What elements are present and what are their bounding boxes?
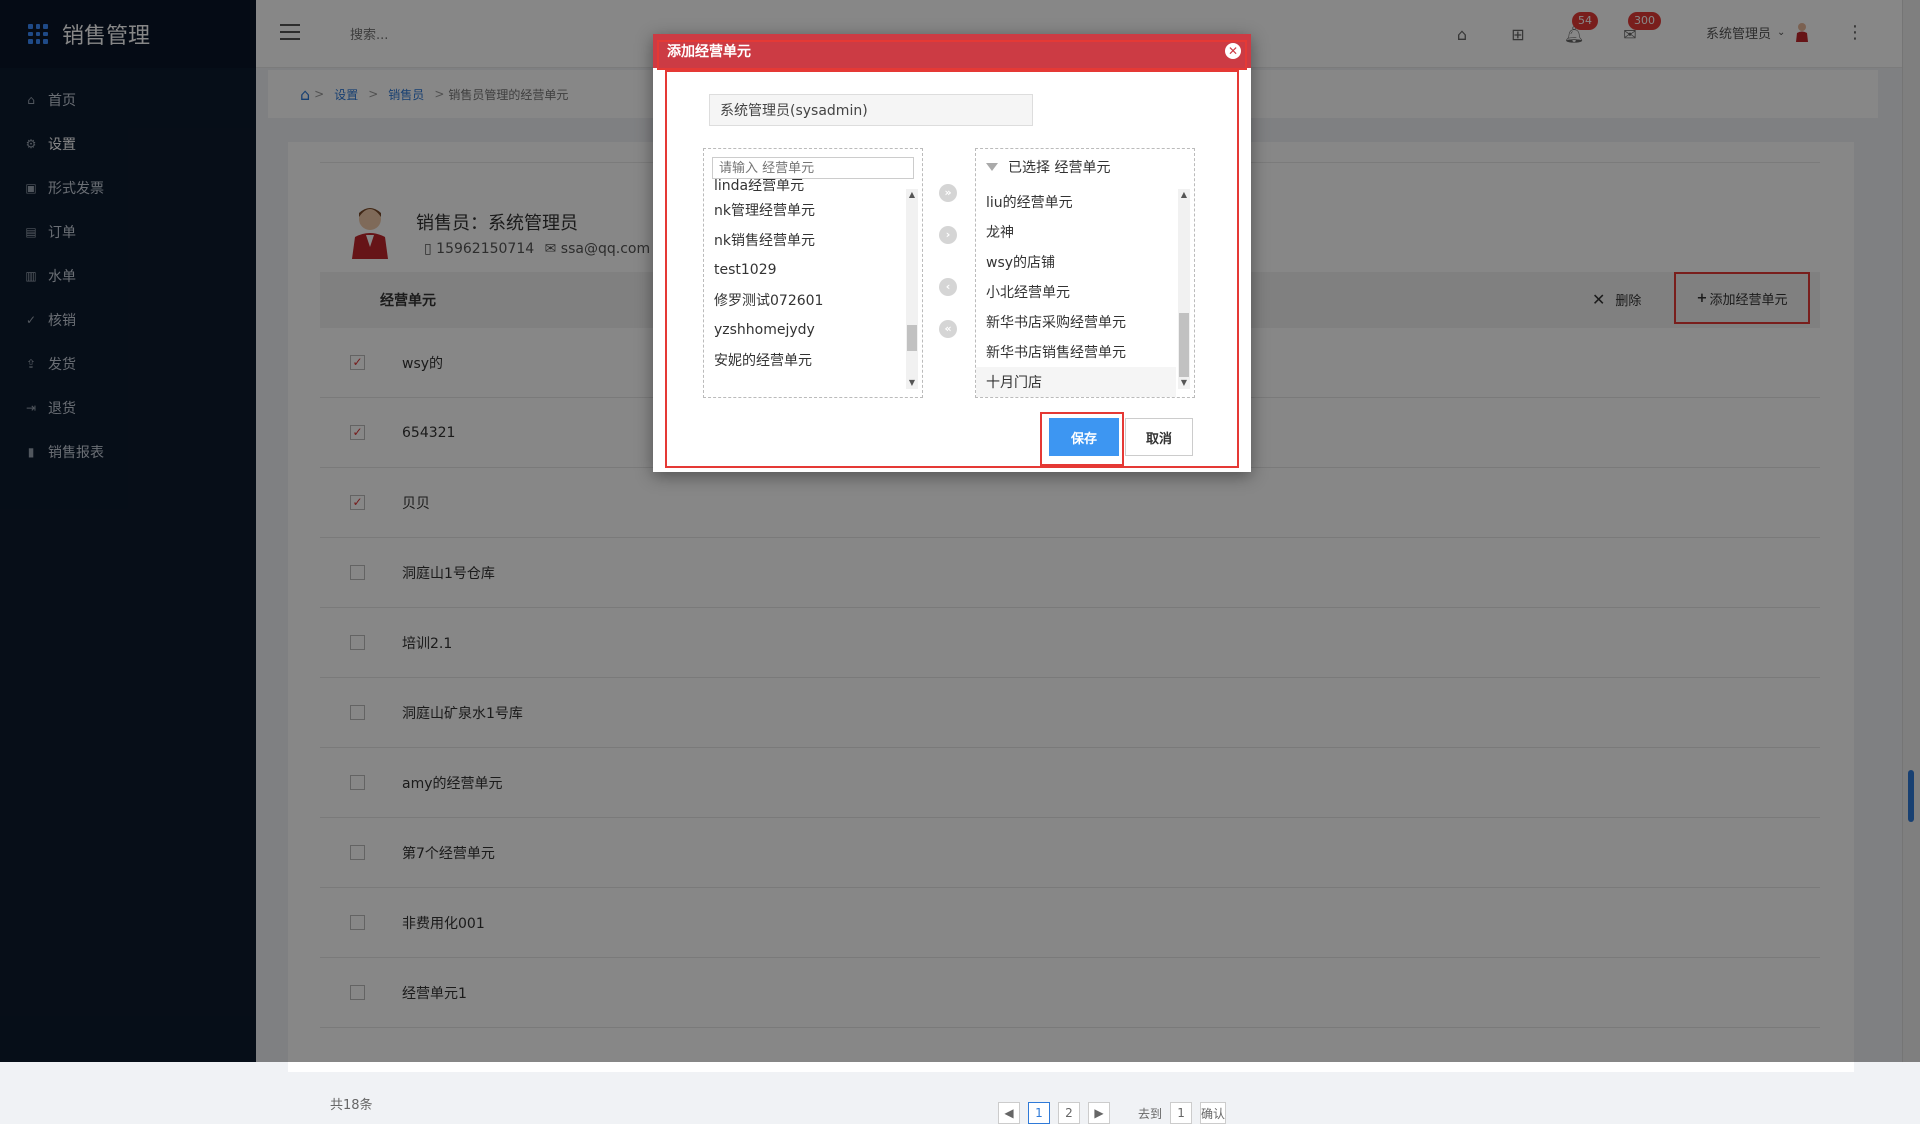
selected-list-header[interactable]: 已选择 经营单元 (986, 157, 1110, 177)
highlight-frame (657, 40, 1247, 70)
list-item[interactable]: yzshhomejydy (704, 315, 904, 345)
move-left-icon[interactable]: ‹ (939, 278, 957, 296)
add-unit-dialog: 添加经营单元 ✕ 系统管理员(sysadmin) linda经营单元 nk管理经… (653, 34, 1251, 472)
move-right-icon[interactable]: › (939, 226, 957, 244)
move-all-left-icon[interactable]: « (939, 320, 957, 338)
selected-header-label: 已选择 经营单元 (1008, 160, 1111, 176)
available-items: linda经营单元 nk管理经营单元 nk销售经营单元 test1029 修罗测… (704, 179, 904, 375)
list-item[interactable]: liu的经营单元 (976, 187, 1176, 217)
transfer-buttons: » › ‹ « (939, 184, 957, 362)
list-item[interactable]: nk管理经营单元 (704, 195, 904, 225)
scroll-down-icon[interactable]: ▼ (1178, 377, 1190, 389)
scroll-up-icon[interactable]: ▲ (1178, 189, 1190, 201)
goto-page-input[interactable]: 1 (1170, 1102, 1193, 1124)
triangle-down-icon (986, 163, 998, 171)
scroll-up-icon[interactable]: ▲ (906, 189, 918, 201)
page-button[interactable]: 1 (1028, 1102, 1050, 1124)
list-item[interactable]: 小北经营单元 (976, 277, 1176, 307)
scrollbar-thumb[interactable] (1179, 313, 1189, 377)
scrollbar-thumb[interactable] (907, 325, 917, 351)
move-all-right-icon[interactable]: » (939, 184, 957, 202)
goto-label: 去到 (1138, 1106, 1163, 1121)
cancel-button[interactable]: 取消 (1125, 418, 1193, 456)
list-scrollbar[interactable]: ▲ ▼ (1178, 189, 1190, 389)
list-scrollbar[interactable]: ▲ ▼ (906, 189, 918, 389)
list-item[interactable]: 新华书店采购经营单元 (976, 307, 1176, 337)
list-item[interactable]: 修罗测试072601 (704, 285, 904, 315)
list-item[interactable]: 新华书店销售经营单元 (976, 337, 1176, 367)
save-button[interactable]: 保存 (1049, 418, 1119, 456)
pagination: ◀ 1 2 ▶ 去到 1 确认 (998, 1102, 1227, 1124)
list-item[interactable]: 安妮的经营单元 (704, 345, 904, 375)
list-item[interactable]: wsy的店铺 (976, 247, 1176, 277)
list-item[interactable]: nk销售经营单元 (704, 225, 904, 255)
next-page-button[interactable]: ▶ (1088, 1102, 1110, 1124)
list-item[interactable]: 十月门店 (976, 367, 1176, 397)
selected-user-field: 系统管理员(sysadmin) (709, 94, 1033, 126)
selected-items: liu的经营单元 龙神 wsy的店铺 小北经营单元 新华书店采购经营单元 新华书… (976, 187, 1176, 397)
total-count: 共18条 (330, 1098, 373, 1113)
list-item[interactable]: test1029 (704, 255, 904, 285)
list-item[interactable]: linda经营单元 (704, 179, 904, 195)
selected-units-list: 已选择 经营单元 liu的经营单元 龙神 wsy的店铺 小北经营单元 新华书店采… (975, 148, 1195, 398)
available-units-list: linda经营单元 nk管理经营单元 nk销售经营单元 test1029 修罗测… (703, 148, 923, 398)
scroll-down-icon[interactable]: ▼ (906, 377, 918, 389)
unit-filter-input[interactable] (712, 157, 914, 179)
goto-confirm-button[interactable]: 确认 (1200, 1102, 1227, 1124)
page-button[interactable]: 2 (1058, 1102, 1080, 1124)
list-item[interactable]: 龙神 (976, 217, 1176, 247)
prev-page-button[interactable]: ◀ (998, 1102, 1020, 1124)
